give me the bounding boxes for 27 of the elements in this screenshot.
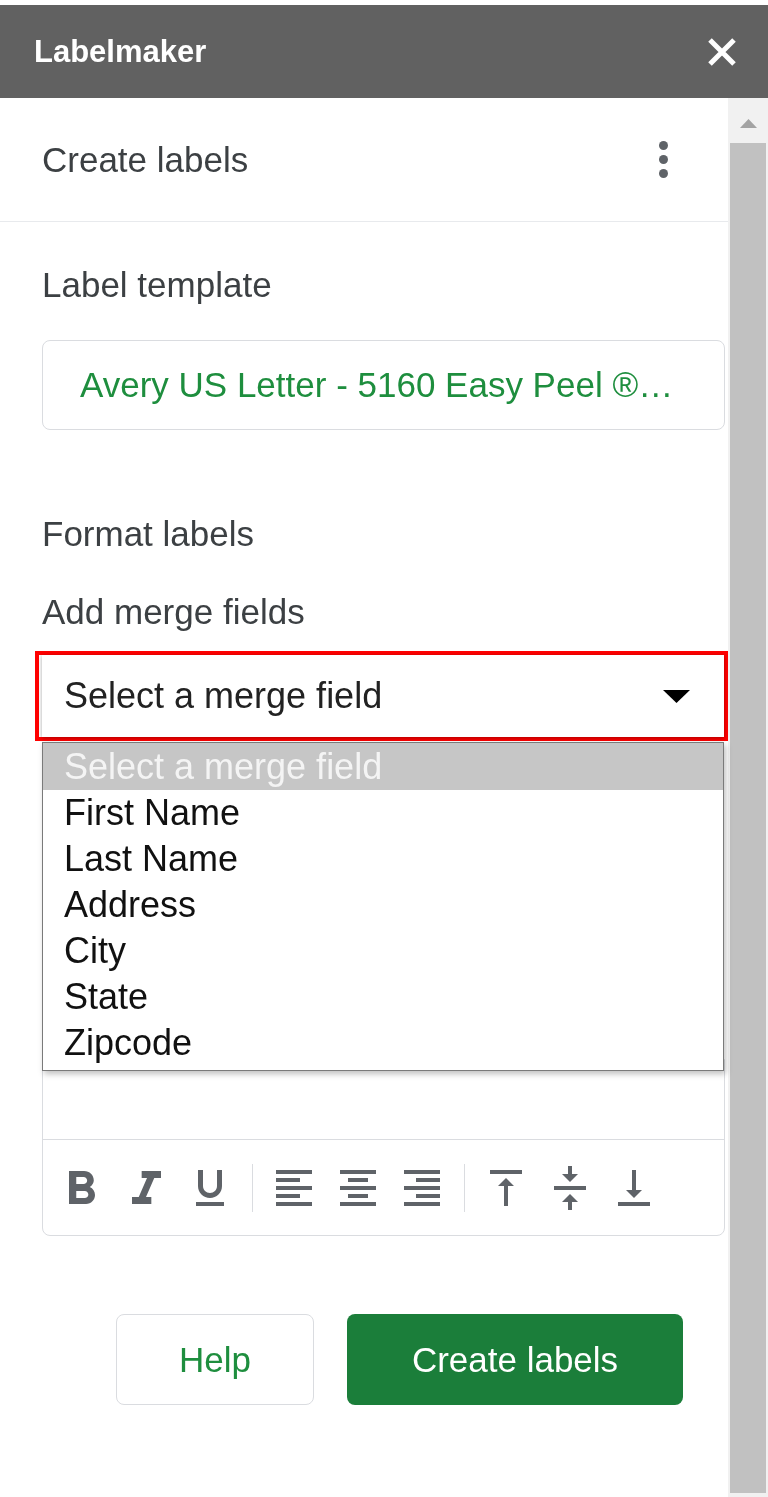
dropdown-option[interactable]: State — [43, 974, 723, 1020]
help-button[interactable]: Help — [116, 1314, 314, 1405]
caret-icon — [663, 689, 690, 703]
more-options-icon[interactable] — [659, 141, 668, 178]
underline-icon[interactable] — [196, 1169, 224, 1206]
template-selector[interactable]: Avery US Letter - 5160 Easy Peel ®… — [42, 340, 725, 430]
section-heading: Format labels — [42, 516, 255, 552]
field-label: Add merge fields — [42, 594, 305, 630]
align-center-icon[interactable] — [340, 1169, 376, 1206]
merge-field-dropdown[interactable]: Select a merge field — [42, 655, 724, 737]
align-bottom-icon[interactable] — [618, 1169, 650, 1206]
dropdown-option[interactable]: Last Name — [43, 836, 723, 882]
dropdown-option[interactable]: City — [43, 928, 723, 974]
panel-heading: Create labels — [42, 141, 249, 178]
dropdown-option[interactable]: Address — [43, 882, 723, 928]
italic-icon[interactable] — [131, 1171, 161, 1204]
bold-icon[interactable] — [69, 1171, 95, 1204]
align-middle-icon[interactable] — [554, 1165, 586, 1210]
align-top-icon[interactable] — [490, 1169, 522, 1206]
dropdown-option[interactable]: First Name — [43, 790, 723, 836]
align-right-icon[interactable] — [404, 1169, 440, 1206]
close-icon[interactable] — [708, 37, 736, 66]
dropdown-option[interactable]: Zipcode — [43, 1020, 723, 1066]
panel-title: Labelmaker — [34, 33, 207, 70]
field-label: Label template — [42, 267, 272, 303]
create-labels-button[interactable]: Create labels — [347, 1314, 683, 1405]
align-left-icon[interactable] — [276, 1169, 312, 1206]
